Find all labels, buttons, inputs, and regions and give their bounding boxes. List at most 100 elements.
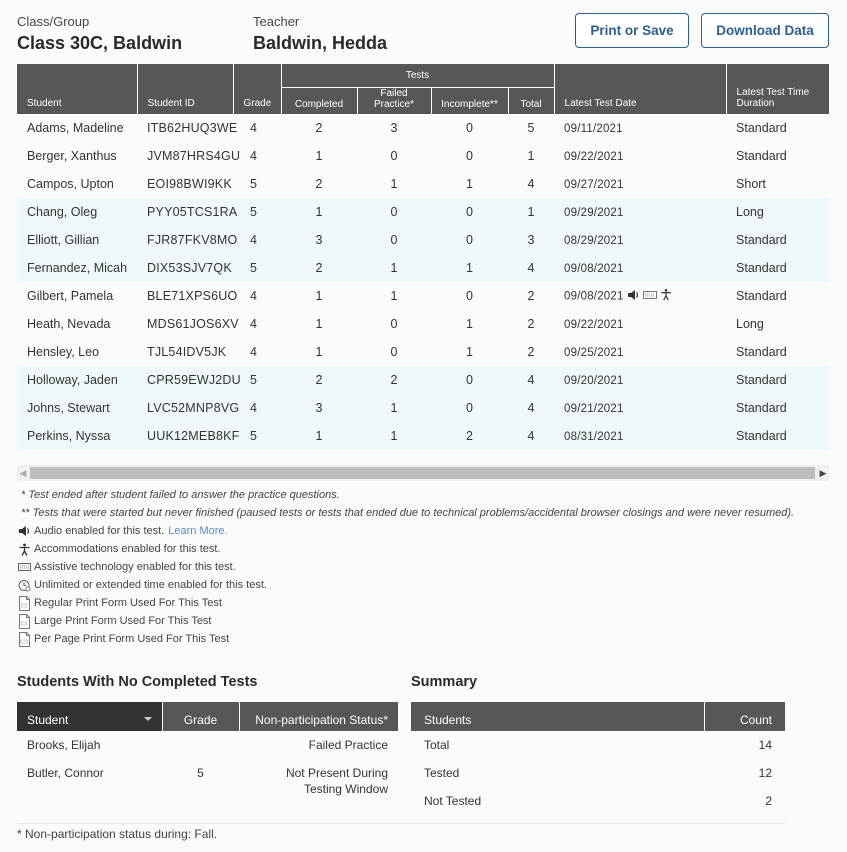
teacher-block: Teacher Baldwin, Hedda: [253, 14, 387, 54]
audio-icon: [19, 526, 30, 536]
header-grade[interactable]: Grade: [232, 64, 282, 115]
completed-count: 1: [315, 345, 323, 359]
header-student[interactable]: Student: [17, 64, 138, 115]
summary-label: Total: [424, 738, 450, 752]
completed-count: 1: [315, 289, 323, 303]
completed-count: 2: [281, 254, 357, 282]
student-name[interactable]: Elliott, Gillian: [17, 226, 137, 254]
summary-header-count: Count: [703, 702, 785, 731]
grade: 4: [250, 317, 257, 331]
regular-print-form-icon: [19, 595, 30, 611]
header-latest-test-date[interactable]: Latest Test Date: [553, 64, 727, 115]
latest-test-duration: Long: [726, 198, 830, 226]
grade: 4: [250, 345, 257, 359]
print-or-save-button[interactable]: Print or Save: [575, 13, 689, 48]
latest-test-date: 09/20/2021: [564, 375, 624, 387]
header-incomplete[interactable]: Incomplete**: [430, 87, 509, 115]
grade: 4: [233, 394, 281, 422]
student-name[interactable]: Holloway, Jaden: [17, 366, 137, 394]
incomplete-count: 0: [466, 289, 473, 303]
student-row: Chang, Oleg PYY05TCS1RA 5 1 0 0 1 09/29/2021 Lon…: [17, 198, 830, 226]
completed-count: 1: [281, 422, 357, 450]
total-count: 4: [508, 254, 555, 282]
non-participation-status: Failed Practice: [308, 738, 388, 752]
nc-header-student[interactable]: Student: [17, 702, 163, 731]
latest-test-duration: Standard: [726, 394, 830, 422]
keyboard-icon: [18, 563, 31, 571]
student-id: EOI98BWI9KK: [147, 177, 232, 191]
scroll-right-arrow-icon[interactable]: ▶: [817, 465, 829, 481]
summary-title: Summary: [411, 674, 478, 690]
clock-icon: [18, 579, 31, 591]
header-latest-test-duration[interactable]: Latest Test Time Duration: [725, 64, 830, 115]
latest-test-date-cell: 08/29/2021: [554, 226, 727, 254]
grade: 5: [250, 177, 257, 191]
horizontal-scrollbar[interactable]: ◀ ▶: [17, 465, 829, 481]
latest-test-date: 09/08/2021: [564, 290, 624, 303]
latest-test-date: 09/21/2021: [564, 403, 624, 415]
student-name[interactable]: Fernandez, Micah: [17, 254, 137, 282]
header-failed-practice[interactable]: Failed Practice*: [356, 87, 432, 115]
total-count: 1: [527, 149, 535, 163]
latest-test-duration: Standard: [726, 254, 830, 282]
legend-assistive: Assistive technology enabled for this te…: [18, 558, 267, 576]
header-student-id[interactable]: Student ID: [136, 64, 234, 115]
summary-header-students: Students: [411, 702, 704, 731]
latest-test-date: 09/27/2021: [564, 179, 624, 191]
scrollbar-thumb[interactable]: [30, 467, 815, 479]
sort-desc-icon: [143, 717, 152, 721]
incomplete-count: 0: [431, 198, 508, 226]
failed-practice-count: 0: [390, 345, 398, 359]
latest-test-duration: Long: [736, 317, 764, 331]
total-count: 2: [527, 289, 535, 303]
divider: [17, 823, 785, 824]
incomplete-note: ** Tests that were started but never fin…: [21, 507, 795, 519]
no-completed-title: Students With No Completed Tests: [17, 674, 258, 690]
header-completed[interactable]: Completed: [281, 87, 358, 115]
nc-header-status[interactable]: Non-participation Status*: [239, 702, 398, 731]
incomplete-count: 1: [466, 317, 473, 331]
non-participation-status: Not Present During Testing Window: [285, 766, 388, 796]
total-count: 4: [508, 366, 555, 394]
latest-test-date-cell: 08/31/2021: [554, 422, 727, 450]
completed-count: 3: [281, 226, 357, 254]
student-name[interactable]: Heath, Nevada: [17, 310, 137, 338]
student-name[interactable]: Adams, Madeline: [17, 114, 137, 142]
completed-count: 1: [315, 317, 323, 331]
student-name[interactable]: Gilbert, Pamela: [17, 282, 137, 310]
latest-test-date-cell: 09/22/2021: [554, 310, 726, 338]
header-total[interactable]: Total: [507, 87, 555, 115]
student-name[interactable]: Campos, Upton: [17, 170, 137, 198]
legend-large-print: Large Print Form Used For This Test: [18, 612, 267, 630]
student-id: LVC52MNP8VG: [137, 394, 239, 422]
summary-label: Not Tested: [424, 794, 482, 808]
student-name[interactable]: Johns, Stewart: [17, 394, 137, 422]
summary-count: 12: [758, 766, 772, 780]
nc-header-grade[interactable]: Grade: [162, 702, 240, 731]
failed-practice-count: 1: [357, 394, 431, 422]
learn-more-link[interactable]: Learn More.: [168, 522, 227, 540]
student-row: Hensley, Leo TJL54IDV5JK 4 1 0 1 2 09/25/2021 St…: [17, 338, 829, 366]
student-name[interactable]: Hensley, Leo: [17, 338, 137, 366]
student-row: Fernandez, Micah DIX53SJV7QK 5 2 1 1 4 09/08/20…: [17, 254, 830, 282]
legend-audio-text: Audio enabled for this test.: [34, 525, 165, 537]
latest-test-date: 08/31/2021: [564, 431, 624, 443]
failed-practice-count: 3: [390, 121, 398, 136]
student-id: BLE71XPS6UO: [147, 289, 238, 303]
incomplete-count: 0: [431, 226, 508, 254]
scroll-left-arrow-icon[interactable]: ◀: [17, 465, 29, 481]
no-completed-row: Brooks, Elijah Failed Practice: [17, 731, 398, 759]
student-name[interactable]: Perkins, Nyssa: [17, 422, 137, 450]
total-count: 4: [508, 394, 555, 422]
student-row: Adams, Madeline ITB62HUQ3WE 4 2 3 0 5 09/11/202…: [17, 114, 829, 142]
student-name[interactable]: Chang, Oleg: [17, 198, 137, 226]
student-name[interactable]: Berger, Xanthus: [17, 142, 137, 170]
latest-test-duration: Standard: [736, 149, 787, 163]
student-row: Holloway, Jaden CPR59EWJ2DU 5 2 2 0 4 09/20/202…: [17, 366, 830, 394]
latest-test-date-cell: 09/08/2021: [554, 254, 727, 282]
grade: 4: [233, 226, 281, 254]
download-data-button[interactable]: Download Data: [701, 13, 829, 48]
total-count: 5: [527, 121, 535, 136]
accommodation-icon: [660, 288, 672, 304]
failed-practice-count: 1: [357, 254, 431, 282]
